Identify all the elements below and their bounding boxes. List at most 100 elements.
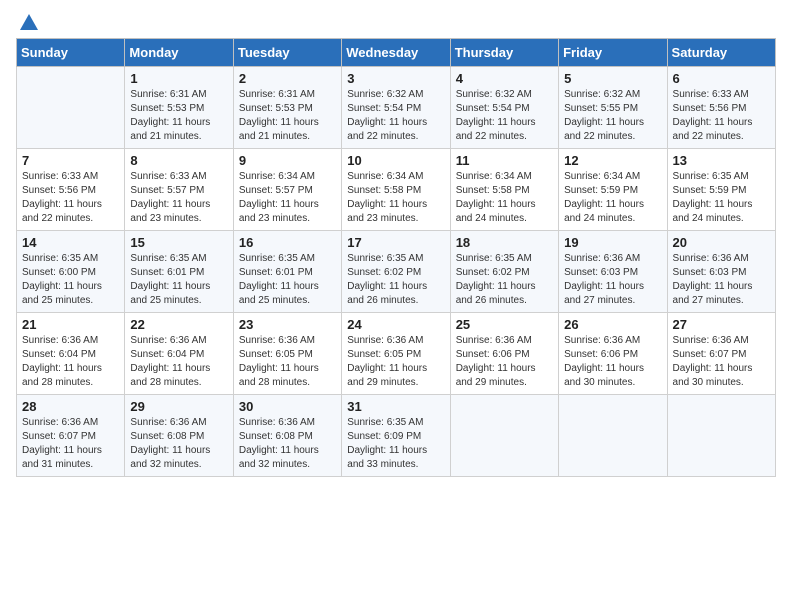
day-info: Sunrise: 6:34 AMSunset: 5:57 PMDaylight:… (239, 170, 336, 226)
calendar-cell: 1Sunrise: 6:31 AMSunset: 5:53 PMDaylight… (125, 67, 233, 149)
day-number: 20 (673, 235, 770, 250)
logo-icon (18, 12, 40, 34)
calendar-cell: 21Sunrise: 6:36 AMSunset: 6:04 PMDayligh… (17, 313, 125, 395)
calendar-cell: 19 Sunrise: 6:36 AMSunset: 6:03 PMDayligh… (559, 231, 667, 313)
calendar-cell: 3 Sunrise: 6:32 AMSunset: 5:54 PMDaylight… (342, 67, 450, 149)
calendar-cell: 22Sunrise: 6:36 AMSunset: 6:04 PMDayligh… (125, 313, 233, 395)
day-number: 17 (347, 235, 444, 250)
calendar-day-header: Tuesday (233, 39, 341, 67)
day-info: Sunrise: 6:36 AMSunset: 6:06 PMDaylight:… (456, 334, 553, 390)
day-info: Sunrise: 6:35 AMSunset: 6:02 PMDaylight:… (347, 252, 444, 308)
day-number: 2 (239, 71, 336, 86)
calendar-cell: 9Sunrise: 6:34 AMSunset: 5:57 PMDaylight… (233, 149, 341, 231)
day-number: 15 (130, 235, 227, 250)
day-number: 12 (564, 153, 661, 168)
calendar-cell (667, 395, 775, 477)
day-info: Sunrise: 6:36 AMSunset: 6:08 PMDaylight:… (130, 416, 227, 472)
calendar-day-header: Friday (559, 39, 667, 67)
day-number: 28 (22, 399, 119, 414)
day-info: Sunrise: 6:31 AMSunset: 5:53 PMDaylight:… (239, 88, 336, 144)
calendar-cell: 25 Sunrise: 6:36 AMSunset: 6:06 PMDayligh… (450, 313, 558, 395)
calendar-day-header: Sunday (17, 39, 125, 67)
day-number: 16 (239, 235, 336, 250)
calendar-cell: 23 Sunrise: 6:36 AMSunset: 6:05 PMDayligh… (233, 313, 341, 395)
calendar-cell: 6Sunrise: 6:33 AMSunset: 5:56 PMDaylight… (667, 67, 775, 149)
calendar-header-row: SundayMondayTuesdayWednesdayThursdayFrid… (17, 39, 776, 67)
calendar-body: 1Sunrise: 6:31 AMSunset: 5:53 PMDaylight… (17, 67, 776, 477)
calendar-week-row: 7 Sunrise: 6:33 AMSunset: 5:56 PMDaylight… (17, 149, 776, 231)
day-number: 13 (673, 153, 770, 168)
day-info: Sunrise: 6:36 AMSunset: 6:07 PMDaylight:… (673, 334, 770, 390)
calendar-cell: 18 Sunrise: 6:35 AMSunset: 6:02 PMDayligh… (450, 231, 558, 313)
day-info: Sunrise: 6:36 AMSunset: 6:07 PMDaylight:… (22, 416, 119, 472)
day-info: Sunrise: 6:36 AMSunset: 6:03 PMDaylight:… (564, 252, 661, 308)
calendar-cell: 13Sunrise: 6:35 AMSunset: 5:59 PMDayligh… (667, 149, 775, 231)
day-info: Sunrise: 6:35 AMSunset: 6:09 PMDaylight:… (347, 416, 444, 472)
day-info: Sunrise: 6:34 AMSunset: 5:58 PMDaylight:… (456, 170, 553, 226)
day-number: 10 (347, 153, 444, 168)
day-info: Sunrise: 6:35 AMSunset: 6:01 PMDaylight:… (130, 252, 227, 308)
calendar-cell: 12 Sunrise: 6:34 AMSunset: 5:59 PMDayligh… (559, 149, 667, 231)
day-number: 21 (22, 317, 119, 332)
calendar-cell: 14 Sunrise: 6:35 AMSunset: 6:00 PMDayligh… (17, 231, 125, 313)
calendar-day-header: Saturday (667, 39, 775, 67)
page-header (16, 16, 776, 30)
day-info: Sunrise: 6:36 AMSunset: 6:03 PMDaylight:… (673, 252, 770, 308)
day-info: Sunrise: 6:35 AMSunset: 6:02 PMDaylight:… (456, 252, 553, 308)
calendar-cell: 8 Sunrise: 6:33 AMSunset: 5:57 PMDaylight… (125, 149, 233, 231)
calendar-cell: 4 Sunrise: 6:32 AMSunset: 5:54 PMDaylight… (450, 67, 558, 149)
day-info: Sunrise: 6:32 AMSunset: 5:54 PMDaylight:… (456, 88, 553, 144)
day-number: 30 (239, 399, 336, 414)
day-info: Sunrise: 6:32 AMSunset: 5:54 PMDaylight:… (347, 88, 444, 144)
calendar-cell: 15 Sunrise: 6:35 AMSunset: 6:01 PMDayligh… (125, 231, 233, 313)
day-number: 25 (456, 317, 553, 332)
calendar-cell: 26 Sunrise: 6:36 AMSunset: 6:06 PMDayligh… (559, 313, 667, 395)
day-number: 29 (130, 399, 227, 414)
day-info: Sunrise: 6:32 AMSunset: 5:55 PMDaylight:… (564, 88, 661, 144)
day-info: Sunrise: 6:36 AMSunset: 6:04 PMDaylight:… (130, 334, 227, 390)
calendar-day-header: Thursday (450, 39, 558, 67)
day-number: 19 (564, 235, 661, 250)
calendar-cell (559, 395, 667, 477)
day-number: 4 (456, 71, 553, 86)
day-number: 5 (564, 71, 661, 86)
day-info: Sunrise: 6:36 AMSunset: 6:06 PMDaylight:… (564, 334, 661, 390)
calendar-table: SundayMondayTuesdayWednesdayThursdayFrid… (16, 38, 776, 477)
day-info: Sunrise: 6:36 AMSunset: 6:05 PMDaylight:… (239, 334, 336, 390)
day-number: 8 (130, 153, 227, 168)
calendar-week-row: 28 Sunrise: 6:36 AMSunset: 6:07 PMDayligh… (17, 395, 776, 477)
calendar-cell: 31Sunrise: 6:35 AMSunset: 6:09 PMDayligh… (342, 395, 450, 477)
calendar-week-row: 1Sunrise: 6:31 AMSunset: 5:53 PMDaylight… (17, 67, 776, 149)
day-number: 3 (347, 71, 444, 86)
day-info: Sunrise: 6:34 AMSunset: 5:59 PMDaylight:… (564, 170, 661, 226)
day-number: 6 (673, 71, 770, 86)
day-number: 27 (673, 317, 770, 332)
day-info: Sunrise: 6:33 AMSunset: 5:56 PMDaylight:… (22, 170, 119, 226)
calendar-week-row: 21 Sunrise: 6:36 AMSunset: 6:04 PMDayligh… (17, 313, 776, 395)
day-number: 14 (22, 235, 119, 250)
calendar-cell: 17 Sunrise: 6:35 AMSunset: 6:02 PMDayligh… (342, 231, 450, 313)
calendar-cell: 16Sunrise: 6:35 AMSunset: 6:01 PMDayligh… (233, 231, 341, 313)
calendar-cell: 7 Sunrise: 6:33 AMSunset: 5:56 PMDaylight… (17, 149, 125, 231)
calendar-cell: 28 Sunrise: 6:36 AMSunset: 6:07 PMDayligh… (17, 395, 125, 477)
calendar-day-header: Monday (125, 39, 233, 67)
day-number: 18 (456, 235, 553, 250)
calendar-cell: 5 Sunrise: 6:32 AMSunset: 5:55 PMDaylight… (559, 67, 667, 149)
calendar-cell: 24Sunrise: 6:36 AMSunset: 6:05 PMDayligh… (342, 313, 450, 395)
calendar-day-header: Wednesday (342, 39, 450, 67)
day-info: Sunrise: 6:31 AMSunset: 5:53 PMDaylight:… (130, 88, 227, 144)
day-number: 23 (239, 317, 336, 332)
calendar-cell: 11Sunrise: 6:34 AMSunset: 5:58 PMDayligh… (450, 149, 558, 231)
day-number: 7 (22, 153, 119, 168)
day-info: Sunrise: 6:35 AMSunset: 6:00 PMDaylight:… (22, 252, 119, 308)
logo (16, 16, 40, 30)
day-number: 24 (347, 317, 444, 332)
day-number: 26 (564, 317, 661, 332)
calendar-cell (450, 395, 558, 477)
calendar-cell: 30 Sunrise: 6:36 AMSunset: 6:08 PMDayligh… (233, 395, 341, 477)
calendar-cell: 10 Sunrise: 6:34 AMSunset: 5:58 PMDayligh… (342, 149, 450, 231)
calendar-cell (17, 67, 125, 149)
day-info: Sunrise: 6:33 AMSunset: 5:57 PMDaylight:… (130, 170, 227, 226)
day-info: Sunrise: 6:36 AMSunset: 6:08 PMDaylight:… (239, 416, 336, 472)
day-info: Sunrise: 6:34 AMSunset: 5:58 PMDaylight:… (347, 170, 444, 226)
